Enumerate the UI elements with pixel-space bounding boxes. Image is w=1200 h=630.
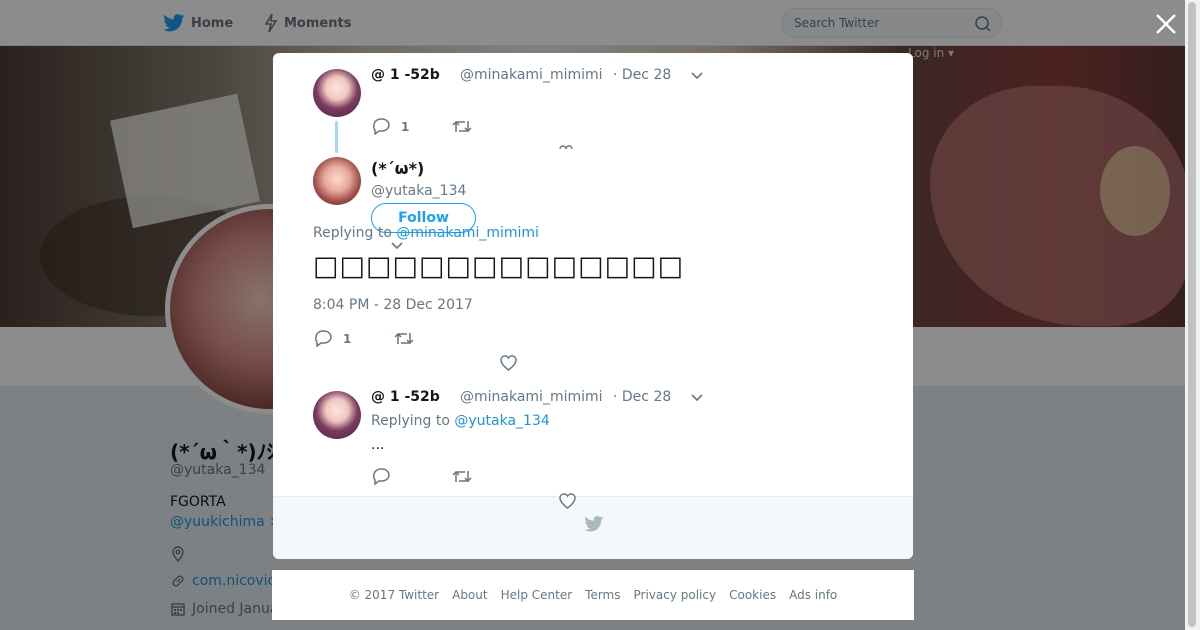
modal-footer <box>273 496 913 559</box>
tweet-author-name[interactable]: @ 1 -52b <box>371 67 440 83</box>
heart-icon[interactable] <box>559 143 573 149</box>
chevron-down-icon[interactable] <box>690 393 704 403</box>
footer-link-terms[interactable]: Terms <box>585 588 620 602</box>
replying-to-prefix: Replying to <box>313 225 397 241</box>
tweet-text: ... <box>371 437 385 453</box>
reply-count: 1 <box>401 120 410 134</box>
retweet-icon[interactable] <box>452 119 472 134</box>
replying-to: Replying to @yutaka_134 <box>371 413 550 429</box>
footer-copyright: © 2017 Twitter <box>348 588 440 602</box>
footer-link-ads-info[interactable]: Ads info <box>789 588 837 602</box>
tweet-date[interactable]: · Dec 28 <box>613 67 671 83</box>
heart-icon[interactable] <box>559 493 576 509</box>
footer-link-cookies[interactable]: Cookies <box>729 588 776 602</box>
avatar[interactable] <box>313 157 361 205</box>
avatar[interactable] <box>313 391 361 439</box>
tweet-permalink-modal: @ 1 -52b @minakami_mimimi · Dec 28 1 (*´… <box>273 53 913 559</box>
reply-icon[interactable] <box>372 118 391 135</box>
replying-to: Replying to @minakami_mimimi <box>313 225 539 241</box>
retweet-icon[interactable] <box>394 331 414 346</box>
reply-icon[interactable] <box>372 468 391 485</box>
twitter-bird-icon <box>584 516 604 532</box>
tweet-text: □□□□□□□□□□□□□□ <box>313 251 685 282</box>
close-icon[interactable] <box>1154 12 1178 36</box>
tweet-timestamp[interactable]: 8:04 PM - 28 Dec 2017 <box>313 297 473 313</box>
scrollbar-thumb[interactable] <box>1188 2 1196 627</box>
replying-to-link[interactable]: @yutaka_134 <box>454 413 549 429</box>
tweet-author-name[interactable]: @ 1 -52b <box>371 389 440 405</box>
tweet-author-handle[interactable]: @minakami_mimimi <box>460 389 603 405</box>
tweet-author-handle[interactable]: @yutaka_134 <box>371 183 466 199</box>
chevron-down-icon[interactable] <box>390 241 404 251</box>
tweet-author-name[interactable]: (*´ω*) <box>371 159 424 178</box>
footer-link-help-center[interactable]: Help Center <box>501 588 573 602</box>
reply-icon[interactable] <box>314 330 333 347</box>
site-footer: © 2017 Twitter About Help Center Terms P… <box>272 570 914 620</box>
footer-link-about[interactable]: About <box>452 588 487 602</box>
replying-to-link[interactable]: @minakami_mimimi <box>396 225 539 241</box>
tweet-author-handle[interactable]: @minakami_mimimi <box>460 67 603 83</box>
thread-connector-line <box>335 121 338 153</box>
tweet-date[interactable]: · Dec 28 <box>613 389 671 405</box>
footer-link-privacy[interactable]: Privacy policy <box>634 588 717 602</box>
avatar[interactable] <box>313 69 361 117</box>
retweet-icon[interactable] <box>452 469 472 484</box>
reply-count: 1 <box>343 332 352 346</box>
chevron-down-icon[interactable] <box>690 71 704 81</box>
heart-icon[interactable] <box>500 355 517 371</box>
replying-to-prefix: Replying to <box>371 413 455 429</box>
